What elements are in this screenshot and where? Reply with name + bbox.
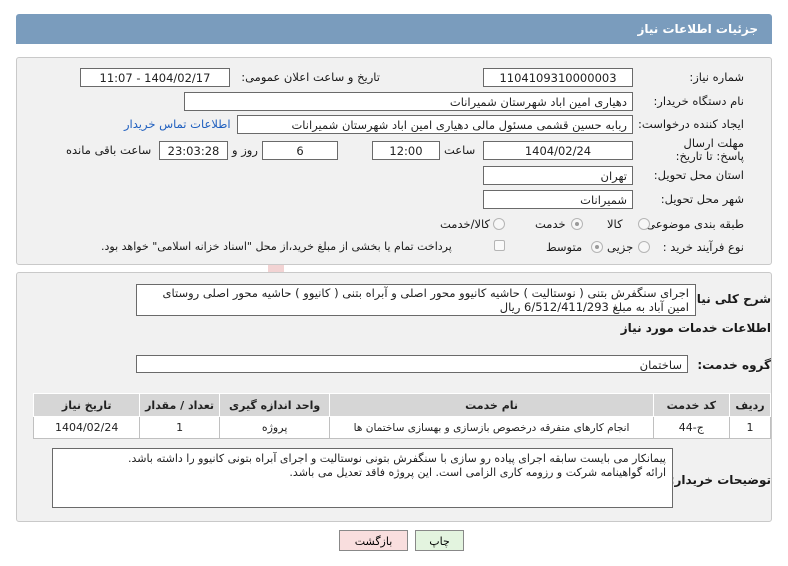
- city-field: شمیرانات: [483, 190, 633, 209]
- category-radio-goods[interactable]: [638, 218, 650, 230]
- category-label: طبقه بندی موضوعی:: [642, 217, 744, 231]
- page-header: جزئیات اطلاعات نیاز: [16, 14, 772, 44]
- creator-field: ربابه حسین قشمی مسئول مالی دهیاری امین ا…: [237, 115, 633, 134]
- need-number-field: 1104109310000003: [483, 68, 633, 87]
- buyer-org-field: دهیاری امین اباد شهرستان شمیرانات: [184, 92, 633, 111]
- table-row[interactable]: 1 ج-44 انجام کارهای متفرقه درخصوص بازساز…: [32, 416, 772, 439]
- days-label: روز و: [232, 143, 258, 157]
- cell-service-code: ج-44: [652, 416, 730, 439]
- treasury-payment-note: پرداخت تمام یا بخشی از مبلغ خرید،از محل …: [101, 240, 452, 253]
- deadline-time-field: 12:00: [372, 141, 440, 160]
- treasury-payment-checkbox[interactable]: [494, 240, 505, 251]
- creator-label: ایجاد کننده درخواست:: [638, 117, 744, 131]
- page-title: جزئیات اطلاعات نیاز: [637, 22, 758, 36]
- cell-unit: پروژه: [218, 416, 331, 439]
- col-quantity: تعداد / مقدار: [139, 393, 220, 417]
- buyer-notes-line-1: پیمانکار می بایست سابقه اجرای پیاده رو س…: [128, 452, 666, 465]
- cell-need-date: 1404/02/24: [32, 416, 141, 439]
- contact-buyer-link[interactable]: اطلاعات تماس خریدار: [124, 117, 231, 131]
- deadline-label: مهلت ارسال پاسخ: تا تاریخ:: [675, 136, 744, 163]
- col-unit: واحد اندازه گیری: [218, 393, 331, 417]
- buyer-notes-label: توضیحات خریدار:: [669, 473, 771, 487]
- process-label: نوع فرآیند خرید :: [662, 240, 744, 254]
- summary-text: اجرای سنگفرش بتنی ( نوستالیت ) حاشیه کان…: [162, 286, 689, 314]
- need-number-label: شماره نیاز:: [689, 70, 744, 84]
- service-group-field: ساختمان: [136, 355, 688, 373]
- services-section-title: اطلاعات خدمات مورد نیاز: [620, 321, 771, 335]
- cell-service-name: انجام کارهای متفرقه درخصوص بازسازی و بهس…: [329, 416, 654, 439]
- process-option-minor: جزیی: [607, 240, 634, 254]
- category-option-goods-service: کالا/خدمت: [440, 217, 491, 231]
- announce-field: 1404/02/17 - 11:07: [80, 68, 230, 87]
- remaining-time-field: 23:03:28: [159, 141, 228, 160]
- col-service-code: کد خدمت: [652, 393, 730, 417]
- remaining-label: ساعت باقی مانده: [66, 143, 152, 157]
- city-label: شهر محل تحویل:: [660, 192, 744, 206]
- back-button[interactable]: بازگشت: [339, 530, 408, 551]
- col-row-number: ردیف: [728, 393, 772, 417]
- process-radio-minor[interactable]: [638, 241, 650, 253]
- summary-field: اجرای سنگفرش بتنی ( نوستالیت ) حاشیه کان…: [136, 284, 696, 316]
- service-group-label: گروه خدمت:: [697, 358, 771, 372]
- col-need-date: تاریخ نیاز: [32, 393, 141, 417]
- col-service-name: نام خدمت: [329, 393, 654, 417]
- buyer-notes-field: پیمانکار می بایست سابقه اجرای پیاده رو س…: [52, 448, 673, 508]
- province-label: استان محل تحویل:: [653, 168, 744, 182]
- province-field: تهران: [483, 166, 633, 185]
- process-option-medium: متوسط: [546, 240, 583, 254]
- process-radio-medium[interactable]: [591, 241, 603, 253]
- category-radio-goods-service[interactable]: [493, 218, 505, 230]
- cell-quantity: 1: [139, 416, 220, 439]
- print-button[interactable]: چاپ: [415, 530, 464, 551]
- buyer-org-label: نام دستگاه خریدار:: [653, 94, 744, 108]
- days-field: 6: [262, 141, 338, 160]
- cell-row-number: 1: [728, 416, 772, 439]
- category-option-service: خدمت: [535, 217, 566, 231]
- services-table-header: ردیف کد خدمت نام خدمت واحد اندازه گیری ت…: [32, 393, 772, 417]
- category-option-goods: کالا: [607, 217, 623, 231]
- buyer-notes-line-2: ارائه گواهینامه شرکت و رزومه کاری الزامی…: [289, 466, 666, 479]
- announce-label: تاریخ و ساعت اعلان عمومی:: [241, 70, 380, 84]
- summary-label: شرح کلی نیاز:: [685, 292, 771, 306]
- category-radio-service[interactable]: [571, 218, 583, 230]
- deadline-time-label: ساعت: [444, 143, 476, 157]
- deadline-date-field: 1404/02/24: [483, 141, 633, 160]
- services-table: ردیف کد خدمت نام خدمت واحد اندازه گیری ت…: [32, 393, 772, 439]
